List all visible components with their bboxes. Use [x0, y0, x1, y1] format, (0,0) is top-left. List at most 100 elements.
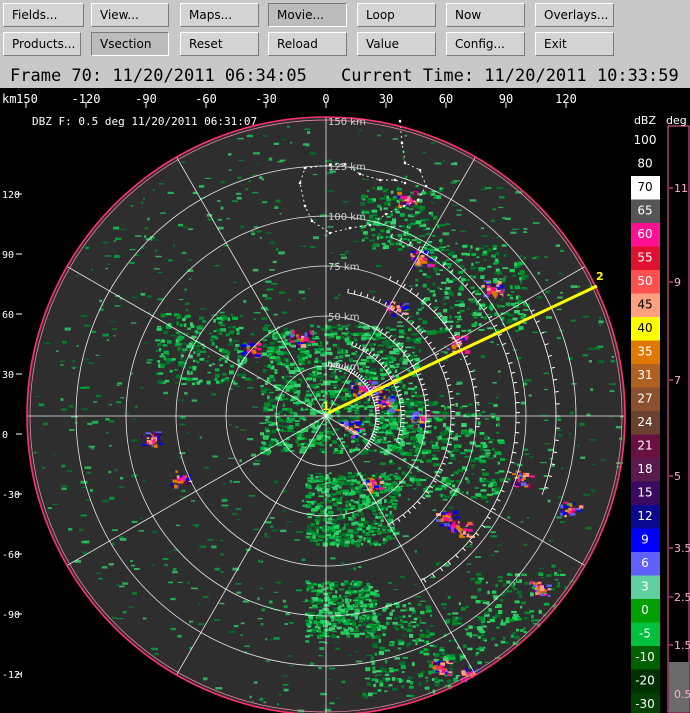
- echo-gate: [331, 619, 335, 622]
- echo-gate: [236, 373, 242, 377]
- now-button[interactable]: Now: [446, 3, 525, 27]
- echo-gate: [415, 184, 419, 188]
- echo-gate: [446, 348, 450, 351]
- echo-gate: [469, 544, 473, 545]
- echo-gate: [62, 340, 67, 344]
- echo-gate: [466, 605, 469, 608]
- overlays-button[interactable]: Overlays...: [535, 3, 614, 27]
- echo-gate: [514, 600, 520, 604]
- echo-gate: [211, 545, 217, 549]
- echo-gate: [390, 213, 393, 217]
- echo-gate: [356, 405, 360, 410]
- echo-gate: [345, 392, 350, 397]
- echo-gate: [109, 403, 112, 406]
- echo-gate: [518, 617, 522, 621]
- echo-gate: [341, 680, 346, 683]
- echo-gate: [322, 486, 326, 489]
- echo-gate: [194, 330, 198, 333]
- echo-gate: [336, 602, 343, 605]
- echo-gate: [412, 360, 416, 363]
- echo-gate: [337, 616, 340, 618]
- maps-button[interactable]: Maps...: [180, 3, 259, 27]
- echo-gate: [442, 297, 446, 301]
- echo-gate: [320, 383, 324, 386]
- echo-gate: [188, 278, 192, 280]
- echo-gate: [460, 275, 466, 278]
- echo-gate: [216, 380, 220, 384]
- vsection-button[interactable]: Vsection: [91, 32, 169, 56]
- value-button[interactable]: Value: [357, 32, 436, 56]
- echo-gate: [369, 591, 375, 596]
- echo-gate: [229, 330, 234, 335]
- echo-gate: [119, 585, 125, 588]
- echo-gate: [366, 654, 373, 656]
- echo-gate: [96, 572, 102, 574]
- echo-gate: [320, 501, 325, 504]
- echo-gate: [362, 432, 367, 436]
- echo-gate: [222, 372, 227, 376]
- echo-gate: [443, 308, 448, 313]
- echo-gate: [344, 580, 349, 583]
- echo-gate: [274, 357, 281, 362]
- echo-gate: [498, 470, 505, 473]
- echo-gate: [405, 442, 411, 445]
- echo-gate: [326, 347, 331, 351]
- echo-gate: [388, 684, 393, 687]
- echo-gate: [328, 667, 336, 670]
- echo-gate: [319, 379, 323, 382]
- echo-gate: [417, 603, 422, 607]
- echo-gate: [439, 288, 443, 290]
- echo-gate: [490, 341, 494, 343]
- echo-gate: [555, 429, 562, 432]
- echo-gate: [507, 293, 510, 297]
- echo-gate: [350, 420, 355, 423]
- reset-button[interactable]: Reset: [180, 32, 259, 56]
- echo-gate: [554, 573, 559, 576]
- echo-gate: [101, 566, 108, 569]
- echo-gate: [423, 415, 426, 418]
- echo-gate: [532, 331, 538, 334]
- echo-gate: [399, 213, 405, 217]
- echo-gate: [400, 440, 403, 445]
- echo-gate: [253, 152, 260, 155]
- reload-button[interactable]: Reload: [268, 32, 347, 56]
- echo-gate: [394, 505, 397, 510]
- view-button[interactable]: View...: [91, 3, 169, 27]
- echo-gate: [316, 529, 319, 533]
- echo-gate: [394, 352, 400, 355]
- arc-tick: [400, 425, 405, 428]
- echo-gate: [102, 499, 109, 503]
- echo-gate: [211, 342, 215, 346]
- ppi-plot-area[interactable]: 25 km50 km75 km100 km125 km150 km 12 DBZ…: [22, 108, 630, 713]
- products-button[interactable]: Products...: [3, 32, 81, 56]
- echo-gate: [327, 601, 333, 605]
- echo-gate: [157, 360, 161, 364]
- echo-gate: [297, 360, 304, 364]
- movie-button[interactable]: Movie...: [268, 3, 347, 27]
- echo-gate: [475, 652, 478, 656]
- echo-gate: [524, 611, 530, 614]
- fields-button[interactable]: Fields...: [3, 3, 84, 27]
- echo-gate: [365, 667, 371, 672]
- echo-gate: [301, 407, 304, 411]
- loop-button[interactable]: Loop: [357, 3, 436, 27]
- echo-gate: [327, 592, 333, 595]
- echo-gate: [345, 434, 350, 437]
- exit-button[interactable]: Exit: [535, 32, 614, 56]
- echo-gate: [507, 477, 511, 481]
- echo-gate: [537, 582, 542, 584]
- echo-gate: [332, 385, 339, 387]
- echo-gate: [386, 616, 392, 620]
- echo-gate: [147, 359, 153, 361]
- radar-display[interactable]: km 150 -120 -90 -60 -30 0 30 60 90 120 1209060300…: [0, 88, 690, 713]
- echo-gate: [431, 678, 435, 681]
- echo-gate: [219, 602, 225, 605]
- echo-gate: [283, 688, 289, 692]
- echo-gate: [385, 537, 389, 541]
- config-button[interactable]: Config...: [446, 32, 525, 56]
- echo-gate: [484, 661, 490, 663]
- echo-gate: [384, 476, 389, 481]
- echo-gate: [334, 375, 338, 379]
- echo-gate: [483, 280, 490, 283]
- echo-gate: [307, 524, 310, 528]
